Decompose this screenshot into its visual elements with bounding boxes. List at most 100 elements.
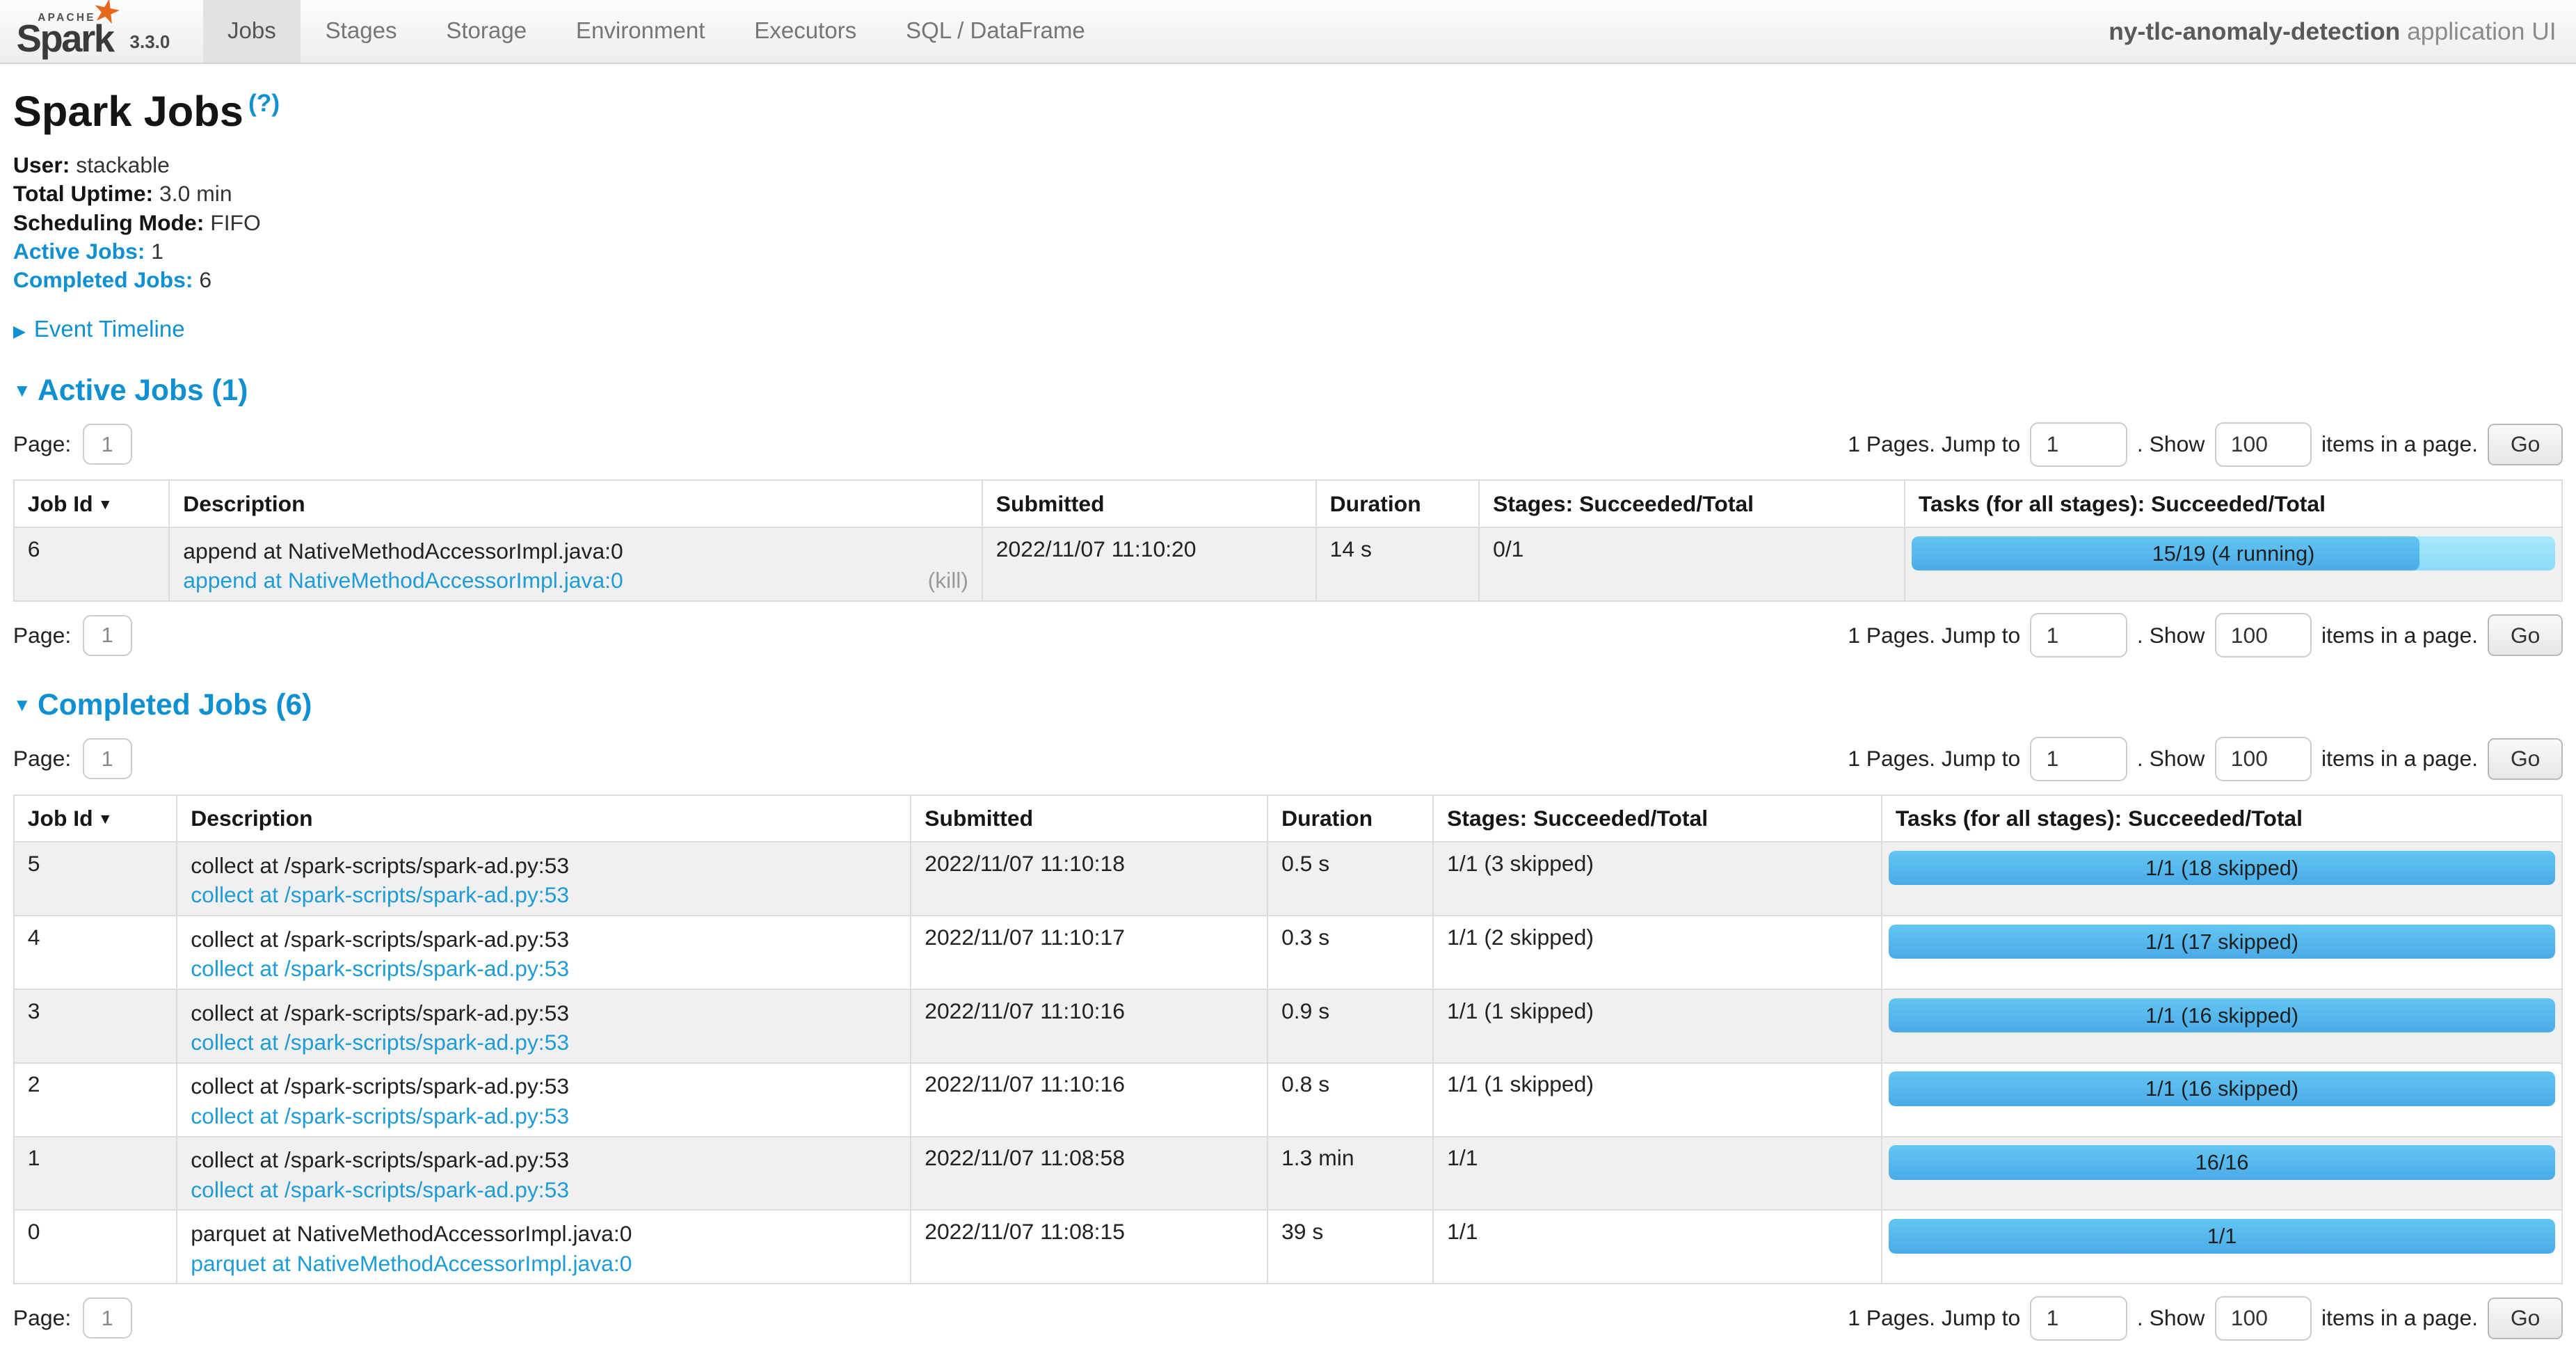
job-id-cell: 1: [14, 1137, 177, 1211]
job-description-link[interactable]: collect at /spark-scripts/spark-ad.py:53: [191, 954, 569, 984]
job-description-cell: parquet at NativeMethodAccessorImpl.java…: [177, 1210, 911, 1284]
job-description-link[interactable]: append at NativeMethodAccessorImpl.java:…: [183, 566, 623, 596]
job-description-link[interactable]: collect at /spark-scripts/spark-ad.py:53: [191, 880, 569, 910]
job-stages-cell: 1/1 (1 skipped): [1433, 1063, 1882, 1137]
job-description-cell: collect at /spark-scripts/spark-ad.py:53…: [177, 1137, 911, 1211]
job-stages-cell: 1/1 (3 skipped): [1433, 842, 1882, 916]
items-per-page-input[interactable]: [2215, 1296, 2312, 1341]
jump-to-input[interactable]: [2030, 422, 2127, 467]
header-submitted[interactable]: Submitted: [982, 480, 1316, 527]
event-timeline-toggle[interactable]: ▶Event Timeline: [13, 317, 2563, 343]
go-button[interactable]: Go: [2488, 424, 2563, 465]
tab-sql-dataframe[interactable]: SQL / DataFrame: [881, 0, 1110, 63]
jump-to-input[interactable]: [2030, 613, 2127, 657]
job-description-link[interactable]: collect at /spark-scripts/spark-ad.py:53: [191, 1028, 569, 1057]
items-per-page-input[interactable]: [2215, 422, 2312, 467]
kill-link[interactable]: (kill): [928, 566, 968, 596]
tasks-progress-bar: 1/1 (16 skipped): [1889, 1071, 2554, 1106]
tasks-progress-label: 1/1: [1889, 1219, 2554, 1254]
page-title: Spark Jobs(?): [13, 87, 2563, 136]
page-content: Spark Jobs(?) User: stackable Total Upti…: [0, 87, 2576, 1341]
job-description: collect at /spark-scripts/spark-ad.py:53: [191, 998, 897, 1028]
completed-job-row: 4 collect at /spark-scripts/spark-ad.py:…: [14, 916, 2562, 989]
items-per-page-input[interactable]: [2215, 737, 2312, 781]
header-stages[interactable]: Stages: Succeeded/Total: [1433, 795, 1882, 842]
job-duration-cell: 0.3 s: [1267, 916, 1433, 989]
items-text: items in a page.: [2321, 746, 2478, 772]
header-stages[interactable]: Stages: Succeeded/Total: [1479, 480, 1905, 527]
pagination-active-bottom: Page: 1 Pages. Jump to . Show items in a…: [13, 613, 2563, 657]
header-description[interactable]: Description: [177, 795, 911, 842]
tab-stages[interactable]: Stages: [301, 0, 422, 63]
job-tasks-cell: 1/1 (16 skipped): [1882, 1063, 2562, 1137]
items-per-page-input[interactable]: [2215, 613, 2312, 657]
completed-job-row: 5 collect at /spark-scripts/spark-ad.py:…: [14, 842, 2562, 916]
job-stages-cell: 1/1 (2 skipped): [1433, 916, 1882, 989]
completed-jobs-link[interactable]: Completed Jobs:: [13, 267, 193, 292]
active-jobs-link[interactable]: Active Jobs:: [13, 239, 145, 264]
completed-jobs-section-header[interactable]: ▼Completed Jobs (6): [13, 689, 2563, 722]
page-number-input[interactable]: [83, 738, 132, 779]
header-duration[interactable]: Duration: [1316, 480, 1479, 527]
page-number-input[interactable]: [83, 615, 132, 656]
summary-completed-jobs: Completed Jobs: 6: [13, 269, 2563, 292]
header-tasks[interactable]: Tasks (for all stages): Succeeded/Total: [1905, 480, 2562, 527]
spark-brand[interactable]: APACHE Spark ★ 3.3.0: [13, 0, 180, 63]
items-text: items in a page.: [2321, 1305, 2478, 1331]
job-id-cell: 6: [14, 527, 169, 601]
header-job-id[interactable]: Job Id▼: [14, 480, 169, 527]
job-duration-cell: 1.3 min: [1267, 1137, 1433, 1211]
job-tasks-cell: 1/1 (17 skipped): [1882, 916, 2562, 989]
tab-environment[interactable]: Environment: [552, 0, 730, 63]
job-submitted-cell: 2022/11/07 11:08:58: [911, 1137, 1267, 1211]
tasks-progress-label: 1/1 (17 skipped): [1889, 925, 2554, 959]
header-job-id[interactable]: Job Id▼: [14, 795, 177, 842]
go-button[interactable]: Go: [2488, 738, 2563, 780]
page-number-input[interactable]: [83, 1298, 132, 1339]
job-id-cell: 2: [14, 1063, 177, 1137]
spark-jobs-page: APACHE Spark ★ 3.3.0 Jobs Stages Storage…: [0, 0, 2576, 1349]
go-button[interactable]: Go: [2488, 614, 2563, 656]
jump-to-input[interactable]: [2030, 737, 2127, 781]
sort-desc-icon: ▼: [98, 496, 113, 513]
header-tasks[interactable]: Tasks (for all stages): Succeeded/Total: [1882, 795, 2562, 842]
job-description-cell: collect at /spark-scripts/spark-ad.py:53…: [177, 989, 911, 1063]
header-submitted[interactable]: Submitted: [911, 795, 1267, 842]
table-header-row: Job Id▼ Description Submitted Duration S…: [14, 795, 2562, 842]
header-duration[interactable]: Duration: [1267, 795, 1433, 842]
tasks-progress-bar: 1/1 (18 skipped): [1889, 851, 2554, 886]
job-description-link[interactable]: collect at /spark-scripts/spark-ad.py:53: [191, 1175, 569, 1205]
tab-storage[interactable]: Storage: [422, 0, 552, 63]
header-description[interactable]: Description: [169, 480, 982, 527]
job-description: collect at /spark-scripts/spark-ad.py:53: [191, 1071, 897, 1101]
page-number-input[interactable]: [83, 424, 132, 465]
job-submitted-cell: 2022/11/07 11:10:20: [982, 527, 1316, 601]
go-button[interactable]: Go: [2488, 1298, 2563, 1339]
tab-jobs[interactable]: Jobs: [203, 0, 301, 63]
job-id-cell: 4: [14, 916, 177, 989]
job-stages-cell: 1/1: [1433, 1137, 1882, 1211]
active-jobs-section-header[interactable]: ▼Active Jobs (1): [13, 374, 2563, 408]
job-description-link[interactable]: parquet at NativeMethodAccessorImpl.java…: [191, 1249, 632, 1279]
job-description-link[interactable]: collect at /spark-scripts/spark-ad.py:53: [191, 1101, 569, 1131]
job-stages-cell: 1/1 (1 skipped): [1433, 989, 1882, 1063]
completed-job-row: 0 parquet at NativeMethodAccessorImpl.ja…: [14, 1210, 2562, 1284]
job-tasks-cell: 1/1: [1882, 1210, 2562, 1284]
tasks-progress-bar: 1/1 (17 skipped): [1889, 925, 2554, 959]
job-stages-cell: 0/1: [1479, 527, 1905, 601]
job-tasks-cell: 1/1 (18 skipped): [1882, 842, 2562, 916]
application-title-suffix: application UI: [2400, 17, 2556, 45]
tab-executors[interactable]: Executors: [730, 0, 881, 63]
job-id-cell: 5: [14, 842, 177, 916]
active-job-row: 6 append at NativeMethodAccessorImpl.jav…: [14, 527, 2562, 601]
help-link[interactable]: (?): [248, 89, 280, 117]
tasks-progress-label: 1/1 (16 skipped): [1889, 1071, 2554, 1106]
pages-count-text: 1 Pages. Jump to: [1848, 1305, 2020, 1331]
page-label: Page:: [13, 1305, 71, 1331]
chevron-right-icon: ▶: [13, 323, 26, 341]
job-duration-cell: 0.8 s: [1267, 1063, 1433, 1137]
jump-to-input[interactable]: [2030, 1296, 2127, 1341]
job-description: collect at /spark-scripts/spark-ad.py:53: [191, 925, 897, 955]
show-text: . Show: [2137, 623, 2205, 648]
show-text: . Show: [2137, 431, 2205, 457]
